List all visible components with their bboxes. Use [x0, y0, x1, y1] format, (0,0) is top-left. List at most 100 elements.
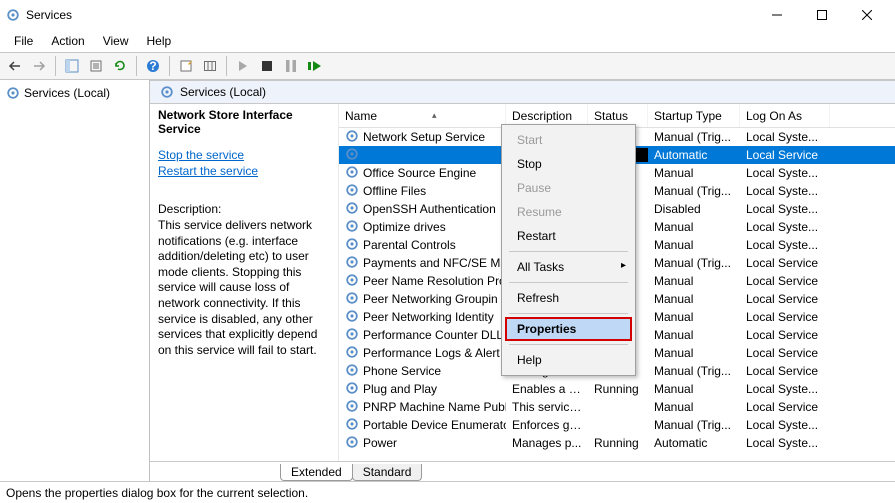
service-name: Power	[363, 436, 397, 450]
ctx-all-tasks[interactable]: All Tasks	[505, 255, 632, 279]
ctx-refresh[interactable]: Refresh	[505, 286, 632, 310]
gear-icon	[345, 381, 359, 398]
restart-service-link[interactable]: Restart the service	[158, 164, 328, 178]
ctx-restart[interactable]: Restart	[505, 224, 632, 248]
service-startup-type: Manual	[648, 166, 740, 180]
service-row[interactable]: Plug and Play Enables a c...RunningManual…	[339, 380, 895, 398]
service-row[interactable]: PowerManages p...RunningAutomaticLocal S…	[339, 434, 895, 452]
service-startup-type: Automatic	[648, 148, 740, 162]
service-description: Enables a c...	[506, 382, 588, 396]
service-status: Running	[588, 436, 648, 450]
service-name: Optimize drives	[363, 220, 446, 234]
stop-service-link[interactable]: Stop the service	[158, 148, 328, 162]
nav-tree: Services (Local)	[0, 80, 150, 481]
col-log-on-as[interactable]: Log On As	[740, 104, 830, 127]
service-row[interactable]: Portable Device Enumerator...Enforces gr…	[339, 416, 895, 434]
gear-icon	[345, 309, 359, 326]
stop-service-button[interactable]	[256, 55, 278, 77]
ctx-properties[interactable]: Properties	[505, 317, 632, 341]
service-startup-type: Manual	[648, 310, 740, 324]
ctx-help[interactable]: Help	[505, 348, 632, 372]
service-name: PNRP Machine Name Publi...	[363, 400, 506, 414]
gear-icon	[345, 291, 359, 308]
service-log-on-as: Local Syste...	[740, 166, 830, 180]
ctx-stop[interactable]: Stop	[505, 152, 632, 176]
service-log-on-as: Local Syste...	[740, 382, 830, 396]
services-list: Name▴ Description Status Startup Type Lo…	[338, 104, 895, 461]
detail-pane: Network Store Interface Service Stop the…	[150, 104, 338, 461]
service-startup-type: Manual	[648, 346, 740, 360]
gear-icon	[345, 201, 359, 218]
properties-button[interactable]	[175, 55, 197, 77]
gear-icon	[345, 147, 359, 164]
content-header: Services (Local)	[150, 80, 895, 104]
service-name: Payments and NFC/SE Ma	[363, 256, 506, 270]
service-description: This service ...	[506, 400, 588, 414]
content-pane: Services (Local) Network Store Interface…	[150, 80, 895, 481]
gear-icon	[345, 255, 359, 272]
service-startup-type: Manual	[648, 220, 740, 234]
service-startup-type: Manual (Trig...	[648, 418, 740, 432]
menu-file[interactable]: File	[6, 32, 41, 50]
service-log-on-as: Local Service	[740, 148, 830, 162]
pause-service-button[interactable]	[280, 55, 302, 77]
services-icon	[160, 85, 174, 99]
svg-text:?: ?	[149, 59, 156, 73]
gear-icon	[345, 363, 359, 380]
status-text: Opens the properties dialog box for the …	[6, 486, 308, 500]
menu-action[interactable]: Action	[43, 32, 92, 50]
export-button[interactable]	[85, 55, 107, 77]
col-name[interactable]: Name▴	[339, 104, 506, 127]
service-log-on-as: Local Syste...	[740, 184, 830, 198]
service-startup-type: Manual	[648, 292, 740, 306]
tab-standard[interactable]: Standard	[352, 464, 423, 481]
service-log-on-as: Local Service	[740, 256, 830, 270]
tab-extended[interactable]: Extended	[280, 464, 353, 481]
gear-icon	[345, 165, 359, 182]
gear-icon	[345, 345, 359, 362]
menu-view[interactable]: View	[95, 32, 137, 50]
service-startup-type: Manual	[648, 274, 740, 288]
gear-icon	[345, 237, 359, 254]
services-icon	[6, 8, 20, 22]
forward-button[interactable]	[28, 55, 50, 77]
service-name: Performance Counter DLL	[363, 328, 503, 342]
service-row[interactable]: PNRP Machine Name Publi...This service .…	[339, 398, 895, 416]
title-bar: Services	[0, 0, 895, 30]
select-columns-button[interactable]	[199, 55, 221, 77]
start-service-button[interactable]	[232, 55, 254, 77]
service-startup-type: Manual	[648, 238, 740, 252]
close-button[interactable]	[844, 0, 889, 30]
help-button[interactable]: ?	[142, 55, 164, 77]
service-log-on-as: Local Service	[740, 400, 830, 414]
nav-tree-root[interactable]: Services (Local)	[4, 84, 145, 102]
service-status: Running	[588, 382, 648, 396]
services-icon	[6, 86, 20, 100]
col-startup-type[interactable]: Startup Type	[648, 104, 740, 127]
service-log-on-as: Local Syste...	[740, 436, 830, 450]
gear-icon	[345, 417, 359, 434]
context-menu: Start Stop Pause Resume Restart All Task…	[501, 124, 636, 376]
service-startup-type: Manual	[648, 382, 740, 396]
service-name: Peer Networking Groupin	[363, 292, 498, 306]
service-startup-type: Manual (Trig...	[648, 256, 740, 270]
restart-service-button[interactable]	[304, 55, 326, 77]
back-button[interactable]	[4, 55, 26, 77]
minimize-button[interactable]	[754, 0, 799, 30]
service-name: Portable Device Enumerator...	[363, 418, 506, 432]
service-startup-type: Manual (Trig...	[648, 184, 740, 198]
service-log-on-as: Local Syste...	[740, 238, 830, 252]
refresh-button[interactable]	[109, 55, 131, 77]
service-name: Plug and Play	[363, 382, 437, 396]
show-hide-tree-button[interactable]	[61, 55, 83, 77]
maximize-button[interactable]	[799, 0, 844, 30]
gear-icon	[345, 435, 359, 452]
description-text: This service delivers network notificati…	[158, 218, 328, 358]
menu-bar: File Action View Help	[0, 30, 895, 52]
gear-icon	[345, 129, 359, 146]
gear-icon	[345, 399, 359, 416]
service-name: Peer Name Resolution Pro	[363, 274, 506, 288]
description-header: Description:	[158, 202, 328, 216]
status-bar: Opens the properties dialog box for the …	[0, 481, 895, 503]
menu-help[interactable]: Help	[139, 32, 180, 50]
